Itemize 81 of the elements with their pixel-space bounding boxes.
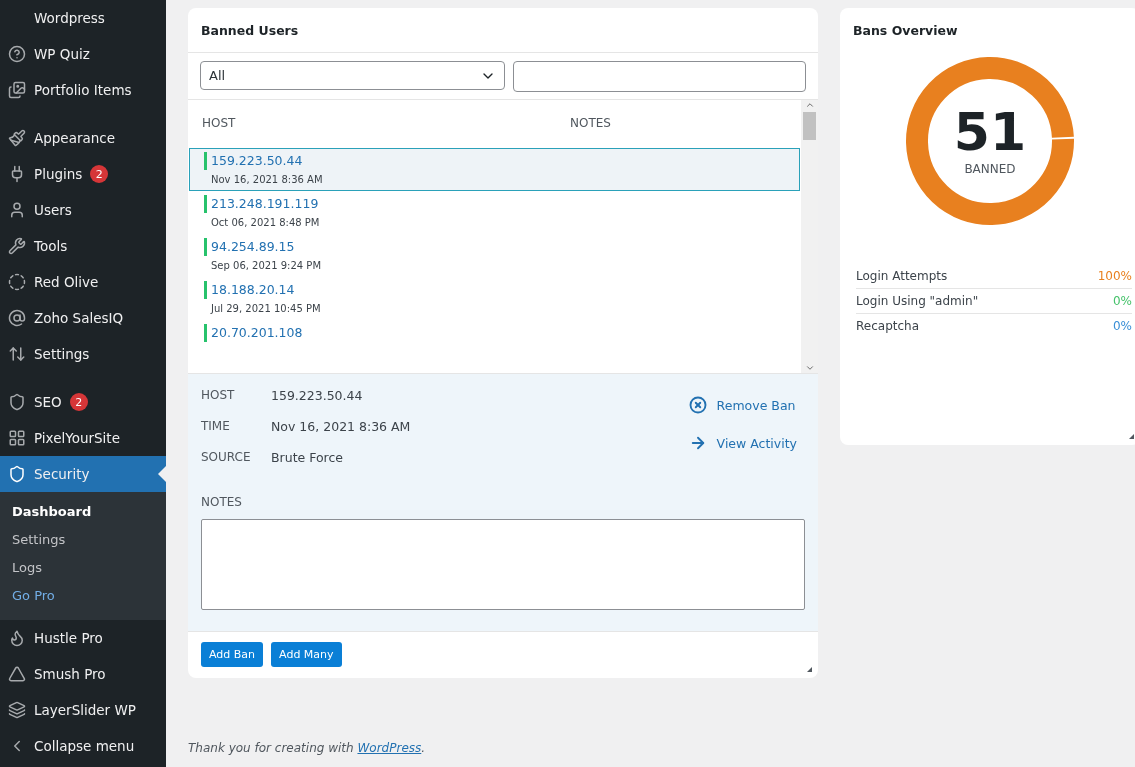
- host-link[interactable]: 18.188.20.14: [204, 281, 785, 299]
- sidebar-item[interactable]: Security: [0, 456, 166, 492]
- sidebar-item[interactable]: Zoho SalesIQ: [0, 300, 166, 336]
- count-label: BANNED: [964, 162, 1016, 176]
- wrench-icon: [8, 237, 26, 255]
- grid-icon: [8, 429, 26, 447]
- at-sign-icon: [8, 309, 26, 327]
- ban-count: 51: [953, 106, 1027, 158]
- ban-date: Sep 06, 2021 9:24 PM: [210, 259, 323, 271]
- stat-label: Login Using "admin": [856, 294, 979, 308]
- sidebar-item[interactable]: Red Olive: [0, 264, 166, 300]
- sidebar-item[interactable]: Settings: [0, 336, 166, 372]
- detail-value: Nov 16, 2021 8:36 AM: [271, 419, 411, 434]
- detail-label: SOURCE: [201, 450, 252, 465]
- sidebar-item[interactable]: Smush Pro: [0, 656, 166, 692]
- resize-handle-icon[interactable]: [1129, 434, 1134, 439]
- shield-icon: [8, 465, 26, 483]
- scroll-thumb[interactable]: [803, 112, 816, 140]
- column-header: NOTES: [570, 116, 612, 130]
- layers-icon: [8, 701, 26, 719]
- sidebar-item[interactable]: Hustle Pro: [0, 620, 166, 656]
- stat-value: 100%: [1097, 269, 1132, 283]
- detail-label: HOST: [201, 388, 236, 403]
- ring-icon: [8, 273, 26, 291]
- ban-date: Jul 29, 2021 10:45 PM: [209, 302, 322, 314]
- ban-row[interactable]: 159.223.50.44 Nov 16, 2021 8:36 AM: [189, 148, 800, 191]
- stat-label: Login Attempts: [856, 269, 948, 283]
- scrollbar[interactable]: [801, 100, 818, 373]
- footer-text: Thank you for creating with WordPress.: [188, 741, 427, 755]
- host-link[interactable]: 159.223.50.44: [204, 152, 785, 170]
- submenu-item[interactable]: Dashboard: [0, 498, 166, 526]
- ban-date: Oct 06, 2021 8:48 PM: [210, 216, 321, 228]
- search-field[interactable]: [513, 61, 806, 92]
- card-title: Bans Overview: [852, 22, 959, 40]
- triangle-icon: [8, 665, 26, 683]
- detail-value: 159.223.50.44: [271, 388, 364, 403]
- x-circle-icon: [688, 396, 707, 414]
- scroll-down-icon[interactable]: [804, 363, 815, 373]
- ban-date: Nov 16, 2021 8:36 AM: [210, 173, 324, 185]
- sidebar-item[interactable]: Tools: [0, 228, 166, 264]
- submenu-item[interactable]: Go Pro: [0, 582, 166, 610]
- column-header: HOST: [202, 116, 237, 130]
- paintbrush-icon: [8, 129, 26, 147]
- arrows-icon: [8, 345, 26, 363]
- sidebar-item[interactable]: SEO 2: [0, 384, 166, 420]
- resize-handle-icon[interactable]: [807, 667, 812, 672]
- notes-label: NOTES: [201, 495, 243, 509]
- user-icon: [8, 201, 26, 219]
- sidebar-item[interactable]: WP Quiz: [0, 36, 166, 72]
- host-link[interactable]: 94.254.89.15: [204, 238, 785, 256]
- flame-icon: [8, 629, 26, 647]
- stat-label: Recaptcha: [856, 319, 919, 333]
- help-icon: [8, 45, 26, 63]
- sidebar-item[interactable]: Users: [0, 192, 166, 228]
- sidebar-item[interactable]: Collapse menu: [0, 728, 166, 764]
- shield-icon: [8, 393, 26, 411]
- card-title: Banned Users: [200, 22, 300, 40]
- filter-dropdown[interactable]: All: [200, 61, 505, 90]
- sidebar-item[interactable]: LayerSlider WP: [0, 692, 166, 728]
- action-link[interactable]: Remove Ban: [688, 396, 797, 414]
- submenu-item[interactable]: Settings: [0, 526, 166, 554]
- count-badge: 2: [69, 393, 88, 411]
- sidebar-item[interactable]: Portfolio Items: [0, 72, 166, 108]
- host-link[interactable]: 20.70.201.108: [204, 324, 785, 342]
- stat-value: 0%: [1112, 319, 1132, 333]
- detail-label: TIME: [201, 419, 231, 434]
- scroll-up-icon[interactable]: [804, 100, 815, 110]
- images-icon: [8, 81, 26, 99]
- submenu-item[interactable]: Logs: [0, 554, 166, 582]
- detail-value: Brute Force: [271, 450, 345, 465]
- count-badge: 2: [90, 165, 109, 183]
- sidebar-item[interactable]: Plugins 2: [0, 156, 166, 192]
- sidebar-item[interactable]: PixelYourSite: [0, 420, 166, 456]
- host-link[interactable]: 213.248.191.119: [204, 195, 785, 213]
- add-button[interactable]: Add Ban: [201, 642, 264, 667]
- sidebar-item[interactable]: Appearance: [0, 120, 166, 156]
- sidebar-item[interactable]: Wordpress: [0, 0, 166, 36]
- notes-field[interactable]: [201, 519, 805, 610]
- stat-value: 0%: [1112, 294, 1132, 308]
- add-button[interactable]: Add Many: [271, 642, 342, 667]
- action-link[interactable]: View Activity: [688, 434, 797, 452]
